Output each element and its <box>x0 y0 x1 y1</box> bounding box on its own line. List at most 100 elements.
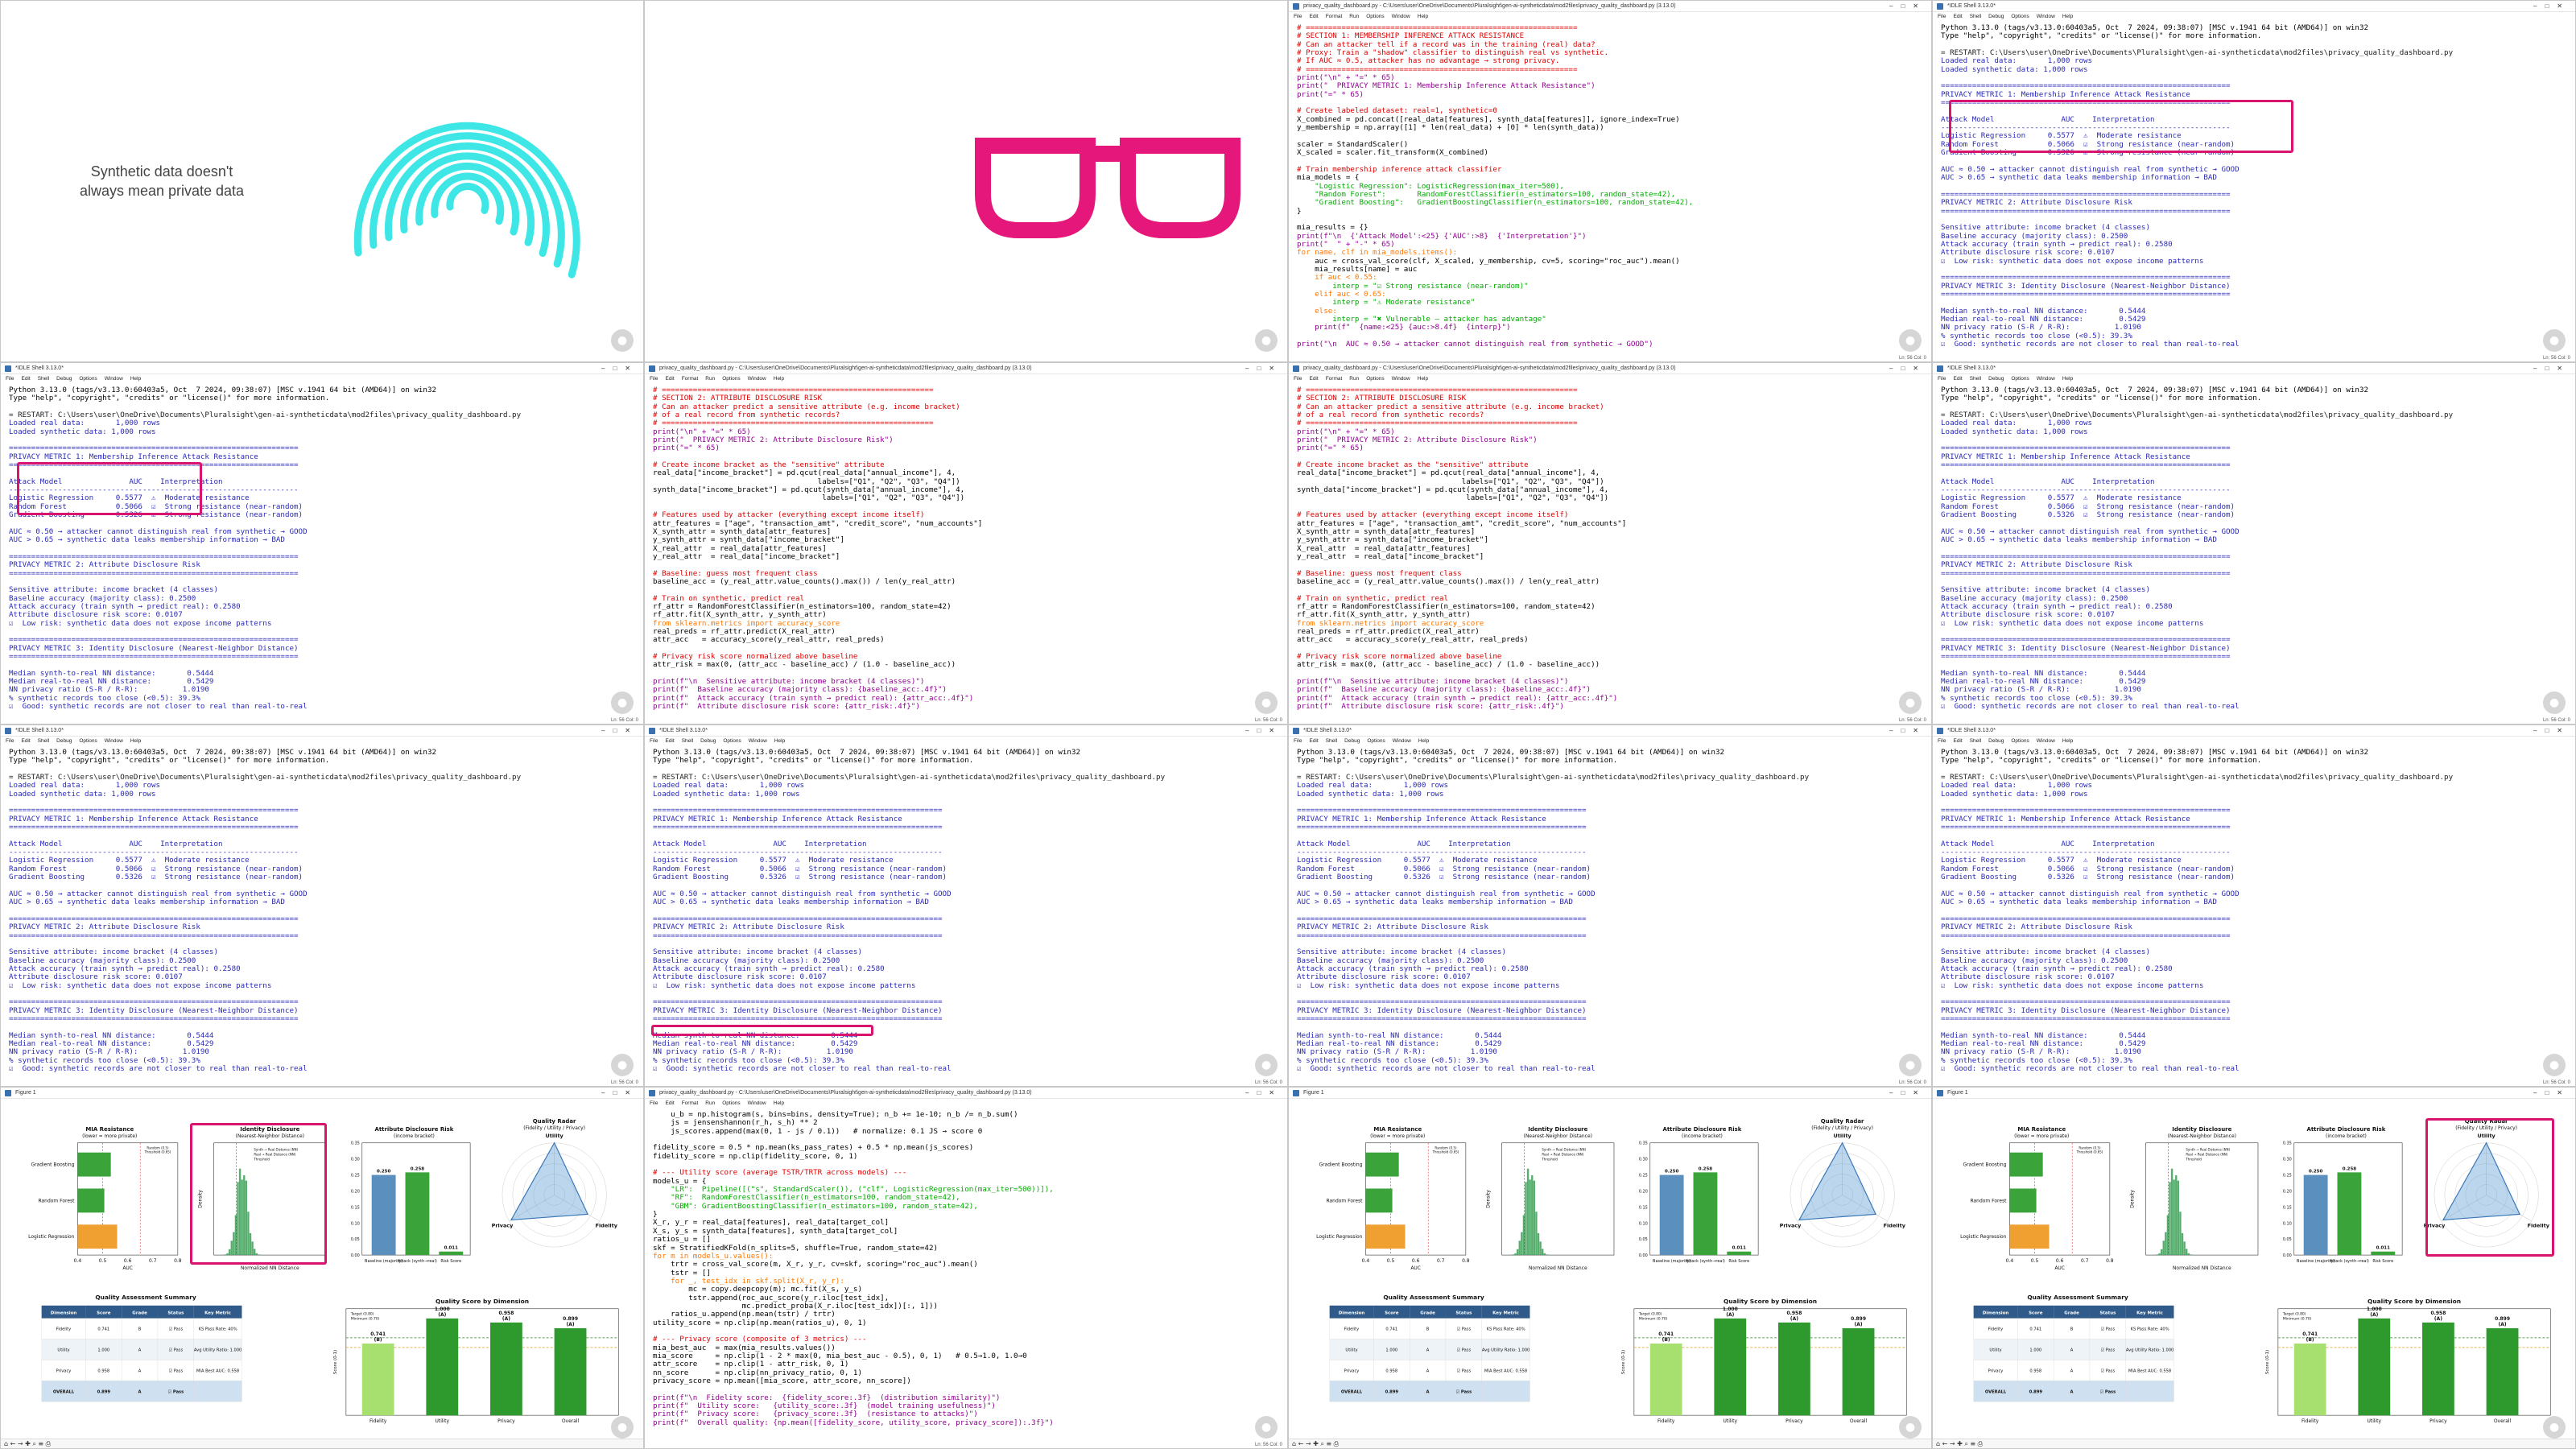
menu-item-window[interactable]: Window <box>105 376 123 382</box>
text-area[interactable]: # ======================================… <box>645 384 1287 716</box>
chapter-marker-button[interactable]: ● <box>1899 1416 1922 1439</box>
window-controls[interactable]: –□✕ <box>1245 725 1282 736</box>
chapter-marker-button[interactable]: ● <box>1255 1054 1278 1076</box>
menu-item-run[interactable]: Run <box>705 1100 715 1106</box>
menu-item-shell[interactable]: Shell <box>682 738 693 744</box>
chapter-marker-button[interactable]: ● <box>1899 1054 1922 1076</box>
menu-item-options[interactable]: Options <box>79 738 97 744</box>
menu-item-edit[interactable]: Edit <box>1309 14 1318 19</box>
menu-item-shell[interactable]: Shell <box>1326 738 1337 744</box>
menu-item-options[interactable]: Options <box>1366 14 1384 19</box>
text-area[interactable]: Python 3.13.0 (tags/v3.13.0:60403a5, Oct… <box>1933 746 2575 1078</box>
menu-item-run[interactable]: Run <box>705 376 715 382</box>
window-controls[interactable]: –□✕ <box>2533 725 2570 736</box>
text-area[interactable]: Python 3.13.0 (tags/v3.13.0:60403a5, Oct… <box>1 384 643 716</box>
figure-toolbar[interactable]: ⌂ ← → ✚ ⌕ ≡ ⎙ <box>1933 1439 2575 1448</box>
menu-item-window[interactable]: Window <box>2037 14 2055 19</box>
menu-item-window[interactable]: Window <box>2037 376 2055 382</box>
menu-item-format[interactable]: Format <box>1326 376 1343 382</box>
menu-item-shell[interactable]: Shell <box>38 738 49 744</box>
window-controls[interactable]: –□✕ <box>2533 363 2570 374</box>
menu-item-file[interactable]: File <box>1294 376 1302 382</box>
window-controls[interactable]: –□✕ <box>1889 1088 1926 1098</box>
menu-item-edit[interactable]: Edit <box>1953 738 1962 744</box>
menu-item-options[interactable]: Options <box>2011 14 2029 19</box>
menu-item-help[interactable]: Help <box>2062 14 2073 19</box>
window-controls[interactable]: –□✕ <box>1245 1088 1282 1098</box>
chapter-marker-button[interactable]: ● <box>611 1054 634 1076</box>
menu-item-options[interactable]: Options <box>723 738 741 744</box>
menu-item-edit[interactable]: Edit <box>21 376 30 382</box>
menu-item-help[interactable]: Help <box>774 1100 784 1106</box>
menu-item-file[interactable]: File <box>650 376 658 382</box>
menu-item-edit[interactable]: Edit <box>665 738 674 744</box>
menu-item-format[interactable]: Format <box>682 1100 699 1106</box>
menu-item-run[interactable]: Run <box>1349 14 1359 19</box>
menu-item-help[interactable]: Help <box>1418 376 1428 382</box>
menu-item-file[interactable]: File <box>650 1100 658 1106</box>
menu-item-edit[interactable]: Edit <box>1953 14 1962 19</box>
menu-item-debug[interactable]: Debug <box>700 738 716 744</box>
window-controls[interactable]: –□✕ <box>1889 1 1926 11</box>
window-controls[interactable]: –□✕ <box>601 725 638 736</box>
menu-item-debug[interactable]: Debug <box>1988 738 2004 744</box>
menu-item-shell[interactable]: Shell <box>1970 376 1981 382</box>
chapter-marker-button[interactable]: ● <box>611 691 634 714</box>
menu-item-options[interactable]: Options <box>722 376 740 382</box>
menu-item-file[interactable]: File <box>1294 14 1302 19</box>
text-area[interactable]: # ======================================… <box>1289 384 1931 716</box>
menu-item-help[interactable]: Help <box>2062 738 2073 744</box>
window-controls[interactable]: –□✕ <box>1889 363 1926 374</box>
menu-item-shell[interactable]: Shell <box>1970 14 1981 19</box>
menu-item-debug[interactable]: Debug <box>1344 738 1360 744</box>
menu-item-debug[interactable]: Debug <box>56 376 72 382</box>
menu-item-window[interactable]: Window <box>748 1100 766 1106</box>
menu-item-window[interactable]: Window <box>1392 14 1410 19</box>
window-controls[interactable]: –□✕ <box>2533 1 2570 11</box>
text-area[interactable]: Python 3.13.0 (tags/v3.13.0:60403a5, Oct… <box>1933 384 2575 716</box>
chapter-marker-button[interactable]: ● <box>611 1416 634 1439</box>
menu-item-file[interactable]: File <box>1938 738 1946 744</box>
menu-item-edit[interactable]: Edit <box>1953 376 1962 382</box>
menu-item-edit[interactable]: Edit <box>1309 376 1318 382</box>
chapter-marker-button[interactable]: ● <box>1255 1416 1278 1439</box>
window-controls[interactable]: –□✕ <box>2533 1088 2570 1098</box>
menu-item-window[interactable]: Window <box>749 738 767 744</box>
menu-item-file[interactable]: File <box>1938 376 1946 382</box>
menu-item-window[interactable]: Window <box>1392 376 1410 382</box>
menu-item-options[interactable]: Options <box>1367 738 1385 744</box>
menu-item-file[interactable]: File <box>1294 738 1302 744</box>
menu-item-options[interactable]: Options <box>2011 376 2029 382</box>
menu-item-edit[interactable]: Edit <box>665 376 674 382</box>
figure-toolbar[interactable]: ⌂ ← → ✚ ⌕ ≡ ⎙ <box>1289 1439 1931 1448</box>
chapter-marker-button[interactable]: ● <box>2543 691 2566 714</box>
menu-item-options[interactable]: Options <box>79 376 97 382</box>
window-controls[interactable]: –□✕ <box>1889 725 1926 736</box>
menu-item-debug[interactable]: Debug <box>1988 376 2004 382</box>
menu-item-format[interactable]: Format <box>1326 14 1343 19</box>
menu-item-options[interactable]: Options <box>2011 738 2029 744</box>
menu-item-help[interactable]: Help <box>130 376 141 382</box>
menu-item-edit[interactable]: Edit <box>665 1100 674 1106</box>
window-controls[interactable]: –□✕ <box>601 1088 638 1098</box>
window-controls[interactable]: –□✕ <box>601 363 638 374</box>
chapter-marker-button[interactable]: ● <box>1899 691 1922 714</box>
chapter-marker-button[interactable]: ● <box>1255 329 1278 352</box>
chapter-marker-button[interactable]: ● <box>611 329 634 352</box>
menu-item-shell[interactable]: Shell <box>38 376 49 382</box>
text-area[interactable]: u_b = np.histogram(s, bins=bins, density… <box>645 1108 1287 1440</box>
menu-item-help[interactable]: Help <box>130 738 141 744</box>
menu-item-edit[interactable]: Edit <box>21 738 30 744</box>
menu-item-help[interactable]: Help <box>1418 738 1429 744</box>
text-area[interactable]: # ======================================… <box>1289 22 1931 353</box>
chapter-marker-button[interactable]: ● <box>2543 1416 2566 1439</box>
menu-item-window[interactable]: Window <box>2037 738 2055 744</box>
menu-item-edit[interactable]: Edit <box>1309 738 1318 744</box>
text-area[interactable]: Python 3.13.0 (tags/v3.13.0:60403a5, Oct… <box>1 746 643 1078</box>
menu-item-help[interactable]: Help <box>2062 376 2073 382</box>
menu-item-file[interactable]: File <box>6 376 14 382</box>
menu-item-options[interactable]: Options <box>1366 376 1384 382</box>
menu-item-help[interactable]: Help <box>774 738 785 744</box>
chapter-marker-button[interactable]: ● <box>2543 329 2566 352</box>
chapter-marker-button[interactable]: ● <box>1899 329 1922 352</box>
